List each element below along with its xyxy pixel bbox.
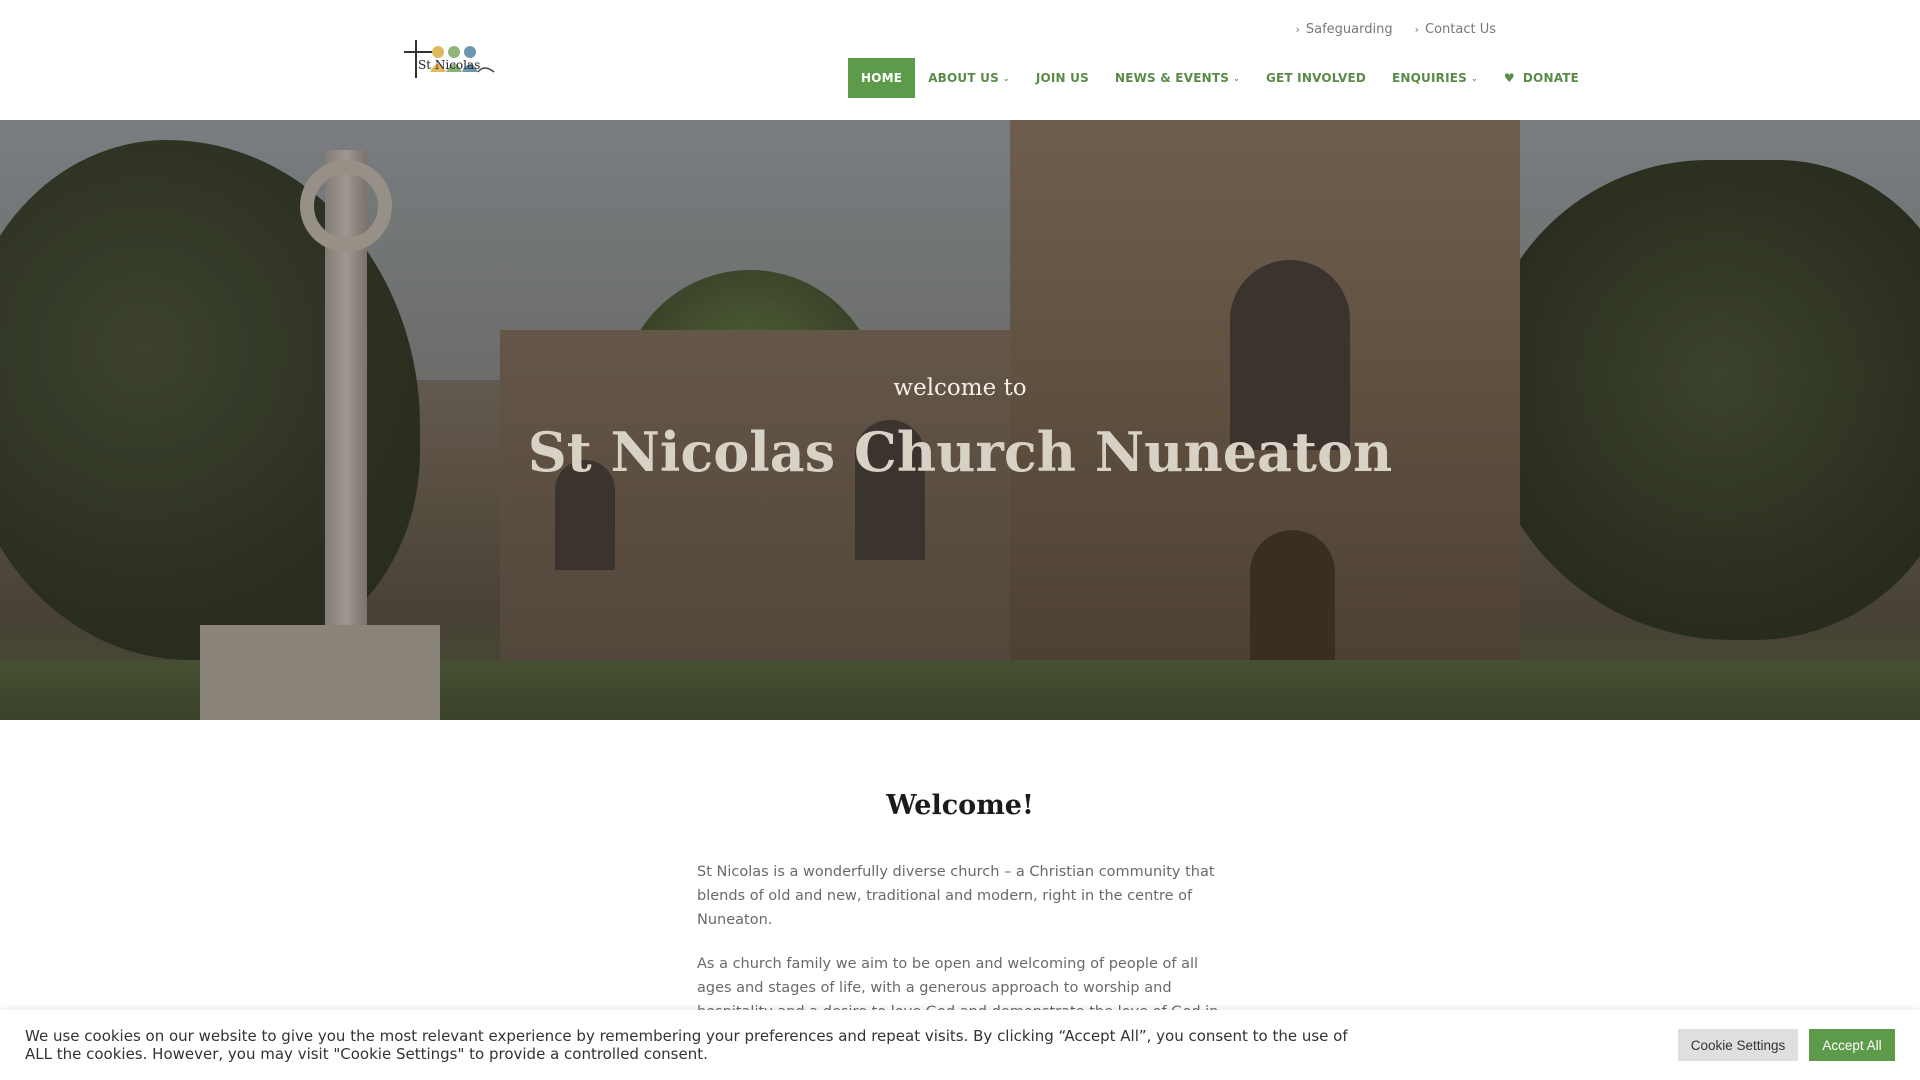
contact-us-link[interactable]: › Contact Us [1415, 22, 1496, 37]
logo-text: St Nicolas [418, 58, 481, 72]
site-logo[interactable]: St Nicolas [402, 38, 496, 84]
hero-banner: welcome to St Nicolas Church Nuneaton [0, 120, 1920, 720]
safeguarding-link[interactable]: › Safeguarding [1295, 22, 1392, 37]
nav-home-label: HOME [861, 71, 903, 85]
nav-get-involved-label: GET INVOLVED [1265, 71, 1367, 85]
main-navigation: HOME ABOUT US ⌄ JOIN US NEWS & EVENTS ⌄ … [848, 58, 1592, 98]
accept-all-button[interactable]: Accept All [1809, 1029, 1895, 1061]
nav-enquiries-label: ENQUIRIES [1392, 71, 1468, 85]
nav-news-events[interactable]: NEWS & EVENTS ⌄ [1102, 58, 1253, 98]
nav-get-involved[interactable]: GET INVOLVED [1253, 58, 1379, 98]
nav-donate-label: DONATE [1522, 71, 1580, 85]
chevron-down-icon: ⌄ [1002, 73, 1010, 83]
nav-about-us[interactable]: ABOUT US ⌄ [915, 58, 1023, 98]
welcome-paragraph: St Nicolas is a wonderfully diverse chur… [697, 864, 1215, 928]
chevron-down-icon: ⌄ [1233, 73, 1240, 83]
site-header: St Nicolas › Safeguarding › Contact Us H… [0, 0, 1920, 120]
contact-us-label: Contact Us [1425, 22, 1496, 37]
heart-icon: ♥ [1503, 71, 1515, 85]
cookie-consent-bar: We use cookies on our website to give yo… [0, 1010, 1920, 1080]
nav-join-us[interactable]: JOIN US [1023, 58, 1102, 98]
safeguarding-label: Safeguarding [1305, 22, 1393, 37]
nav-home[interactable]: HOME [848, 58, 916, 98]
nav-donate[interactable]: ♥ DONATE [1491, 58, 1592, 98]
nav-join-us-label: JOIN US [1035, 71, 1089, 85]
hero-subtitle: welcome to [893, 375, 1027, 401]
cookie-message: We use cookies on our website to give yo… [25, 1027, 1348, 1063]
nav-enquiries[interactable]: ENQUIRIES ⌄ [1379, 58, 1491, 98]
chevron-right-icon: › [1414, 23, 1419, 36]
top-utility-links: › Safeguarding › Contact Us [1295, 22, 1496, 37]
chevron-down-icon: ⌄ [1471, 73, 1478, 83]
welcome-heading: Welcome! [886, 790, 1034, 821]
nav-news-events-label: NEWS & EVENTS [1114, 71, 1230, 85]
hero-title: St Nicolas Church Nuneaton [527, 420, 1393, 484]
chevron-right-icon: › [1295, 23, 1300, 36]
cookie-settings-button[interactable]: Cookie Settings [1678, 1029, 1798, 1061]
nav-about-us-label: ABOUT US [928, 71, 999, 85]
